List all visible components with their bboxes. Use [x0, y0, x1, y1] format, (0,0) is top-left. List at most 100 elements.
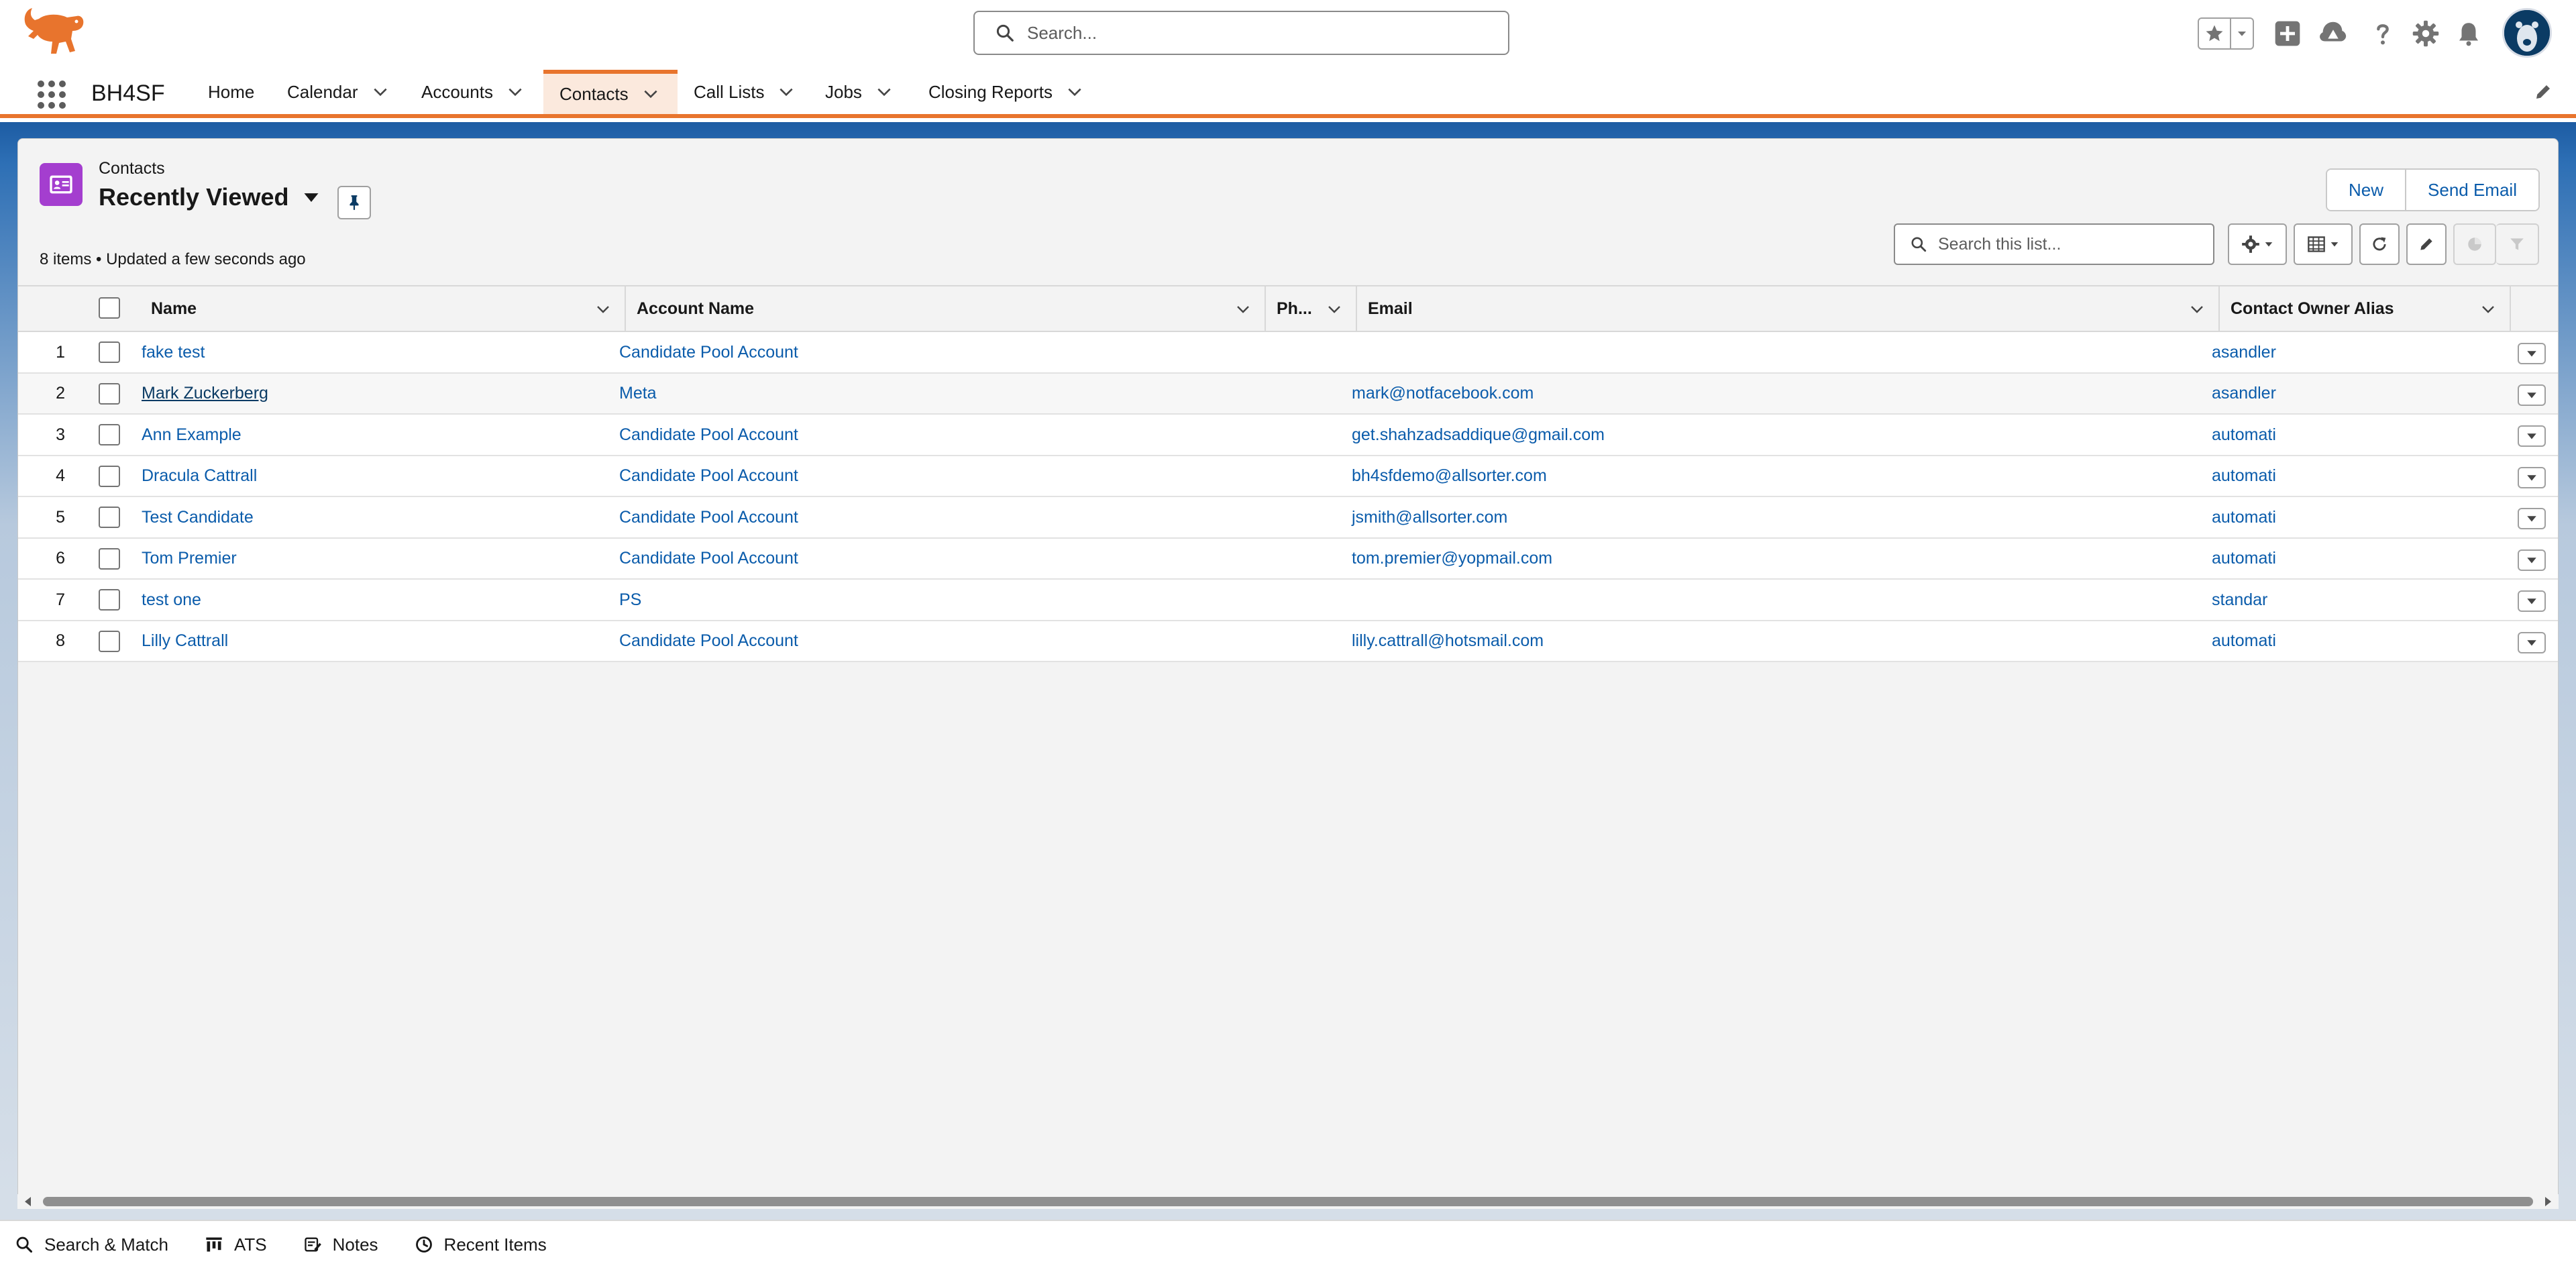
table-row[interactable]: 6 Tom Premier Candidate Pool Account tom… [18, 538, 2558, 580]
table-row[interactable]: 1 fake test Candidate Pool Account asand… [18, 332, 2558, 374]
pin-list-view-button[interactable] [337, 186, 371, 219]
account-name-link[interactable]: Candidate Pool Account [619, 415, 798, 455]
global-search-input[interactable] [1026, 21, 1495, 44]
email-link[interactable]: get.shahzadsaddique@gmail.com [1352, 415, 1605, 455]
contact-name-link[interactable]: Test Candidate [142, 497, 254, 537]
refresh-button[interactable] [2359, 223, 2400, 265]
favorites-star-button[interactable] [2199, 19, 2231, 48]
owner-alias-link[interactable]: automati [2212, 539, 2276, 579]
account-name-link[interactable]: Candidate Pool Account [619, 539, 798, 579]
column-header-contact-owner-alias[interactable]: Contact Owner Alias [2220, 286, 2511, 331]
column-header-name[interactable]: Name [140, 286, 626, 331]
contact-name-link[interactable]: test one [142, 580, 201, 620]
chevron-down-icon[interactable] [1066, 83, 1083, 101]
global-actions-button[interactable] [2270, 16, 2305, 51]
nav-tab-closing-reports[interactable]: Closing Reports [919, 70, 1093, 114]
row-actions-button[interactable] [2518, 343, 2546, 364]
scroll-left-icon[interactable] [23, 1196, 34, 1208]
list-search-input[interactable] [1937, 233, 2205, 255]
nav-tab-jobs[interactable]: Jobs [816, 70, 915, 114]
row-checkbox[interactable] [99, 630, 120, 652]
email-link[interactable]: bh4sfdemo@allsorter.com [1352, 456, 1547, 496]
contact-name-link[interactable]: Lilly Cattrall [142, 621, 228, 662]
row-actions-button[interactable] [2518, 425, 2546, 447]
app-launcher-button[interactable] [36, 79, 67, 110]
owner-alias-link[interactable]: automati [2212, 497, 2276, 537]
edit-nav-items-button[interactable] [2533, 82, 2553, 102]
owner-alias-link[interactable]: automati [2212, 621, 2276, 662]
row-checkbox[interactable] [99, 465, 120, 487]
nav-tab-accounts[interactable]: Accounts [412, 70, 543, 114]
email-link[interactable]: tom.premier@yopmail.com [1352, 539, 1552, 579]
user-avatar[interactable] [2502, 8, 2552, 58]
column-header-email[interactable]: Email [1357, 286, 2220, 331]
caret-down-icon[interactable] [302, 188, 321, 207]
row-actions-button[interactable] [2518, 631, 2546, 653]
chevron-down-icon[interactable] [2480, 301, 2496, 317]
setup-button[interactable] [2408, 16, 2443, 51]
bullhorn-logo-icon[interactable] [19, 4, 89, 64]
chevron-down-icon[interactable] [777, 83, 795, 101]
nav-tab-home[interactable]: Home [201, 70, 268, 114]
account-name-link[interactable]: Meta [619, 374, 657, 414]
row-actions-button[interactable] [2518, 549, 2546, 571]
row-actions-button[interactable] [2518, 508, 2546, 529]
row-checkbox[interactable] [99, 507, 120, 528]
owner-alias-link[interactable]: asandler [2212, 374, 2276, 414]
email-link[interactable]: jsmith@allsorter.com [1352, 497, 1507, 537]
contact-name-link[interactable]: Tom Premier [142, 539, 237, 579]
chevron-down-icon[interactable] [875, 83, 893, 101]
global-search-box[interactable] [973, 11, 1509, 55]
nav-tab-contacts[interactable]: Contacts [543, 70, 678, 114]
nav-tab-call-lists[interactable]: Call Lists [684, 70, 816, 114]
column-header-account-name[interactable]: Account Name [626, 286, 1266, 331]
list-view-selector[interactable]: Recently Viewed [99, 183, 321, 211]
chevron-down-icon[interactable] [1326, 301, 1342, 317]
trailhead-button[interactable] [2316, 16, 2351, 51]
scroll-right-icon[interactable] [2542, 1196, 2553, 1208]
scrollbar-thumb[interactable] [43, 1197, 2533, 1206]
contact-name-link[interactable]: Dracula Cattrall [142, 456, 257, 496]
owner-alias-link[interactable]: automati [2212, 456, 2276, 496]
owner-alias-link[interactable]: automati [2212, 415, 2276, 455]
table-row[interactable]: 7 test one PS standar [18, 580, 2558, 621]
row-checkbox[interactable] [99, 341, 120, 363]
row-actions-button[interactable] [2518, 466, 2546, 488]
chevron-down-icon[interactable] [595, 301, 611, 317]
table-row[interactable]: 5 Test Candidate Candidate Pool Account … [18, 497, 2558, 539]
table-row[interactable]: 3 Ann Example Candidate Pool Account get… [18, 415, 2558, 456]
inline-edit-button[interactable] [2406, 223, 2447, 265]
account-name-link[interactable]: Candidate Pool Account [619, 621, 798, 662]
chevron-down-icon[interactable] [506, 83, 524, 101]
charts-button[interactable] [2453, 223, 2496, 265]
account-name-link[interactable]: Candidate Pool Account [619, 332, 798, 372]
table-row[interactable]: 4 Dracula Cattrall Candidate Pool Accoun… [18, 456, 2558, 497]
row-checkbox[interactable] [99, 424, 120, 445]
column-header-phone[interactable]: Ph... [1266, 286, 1357, 331]
row-actions-button[interactable] [2518, 590, 2546, 612]
utility-recent-items[interactable]: Recent Items [415, 1234, 547, 1255]
list-view-controls-button[interactable] [2228, 223, 2287, 265]
row-checkbox[interactable] [99, 382, 120, 405]
row-checkbox[interactable] [99, 589, 120, 611]
email-link[interactable]: mark@notfacebook.com [1352, 374, 1534, 414]
chevron-down-icon[interactable] [2189, 301, 2205, 317]
chevron-down-icon[interactable] [1235, 301, 1251, 317]
owner-alias-link[interactable]: asandler [2212, 332, 2276, 372]
chevron-down-icon[interactable] [642, 85, 659, 103]
notifications-button[interactable] [2451, 16, 2486, 51]
utility-search-match[interactable]: Search & Match [15, 1234, 168, 1255]
utility-notes[interactable]: Notes [303, 1234, 378, 1255]
list-search-box[interactable] [1894, 223, 2214, 265]
contact-name-link[interactable]: Ann Example [142, 415, 241, 455]
display-as-button[interactable] [2294, 223, 2353, 265]
contact-name-link[interactable]: fake test [142, 332, 205, 372]
new-button[interactable]: New [2327, 170, 2406, 210]
send-email-button[interactable]: Send Email [2405, 170, 2538, 210]
select-all-checkbox[interactable] [99, 297, 120, 319]
help-button[interactable] [2365, 16, 2400, 51]
account-name-link[interactable]: PS [619, 580, 641, 620]
horizontal-scrollbar[interactable] [17, 1194, 2559, 1209]
utility-ats[interactable]: ATS [205, 1234, 267, 1255]
filters-button[interactable] [2496, 223, 2539, 265]
